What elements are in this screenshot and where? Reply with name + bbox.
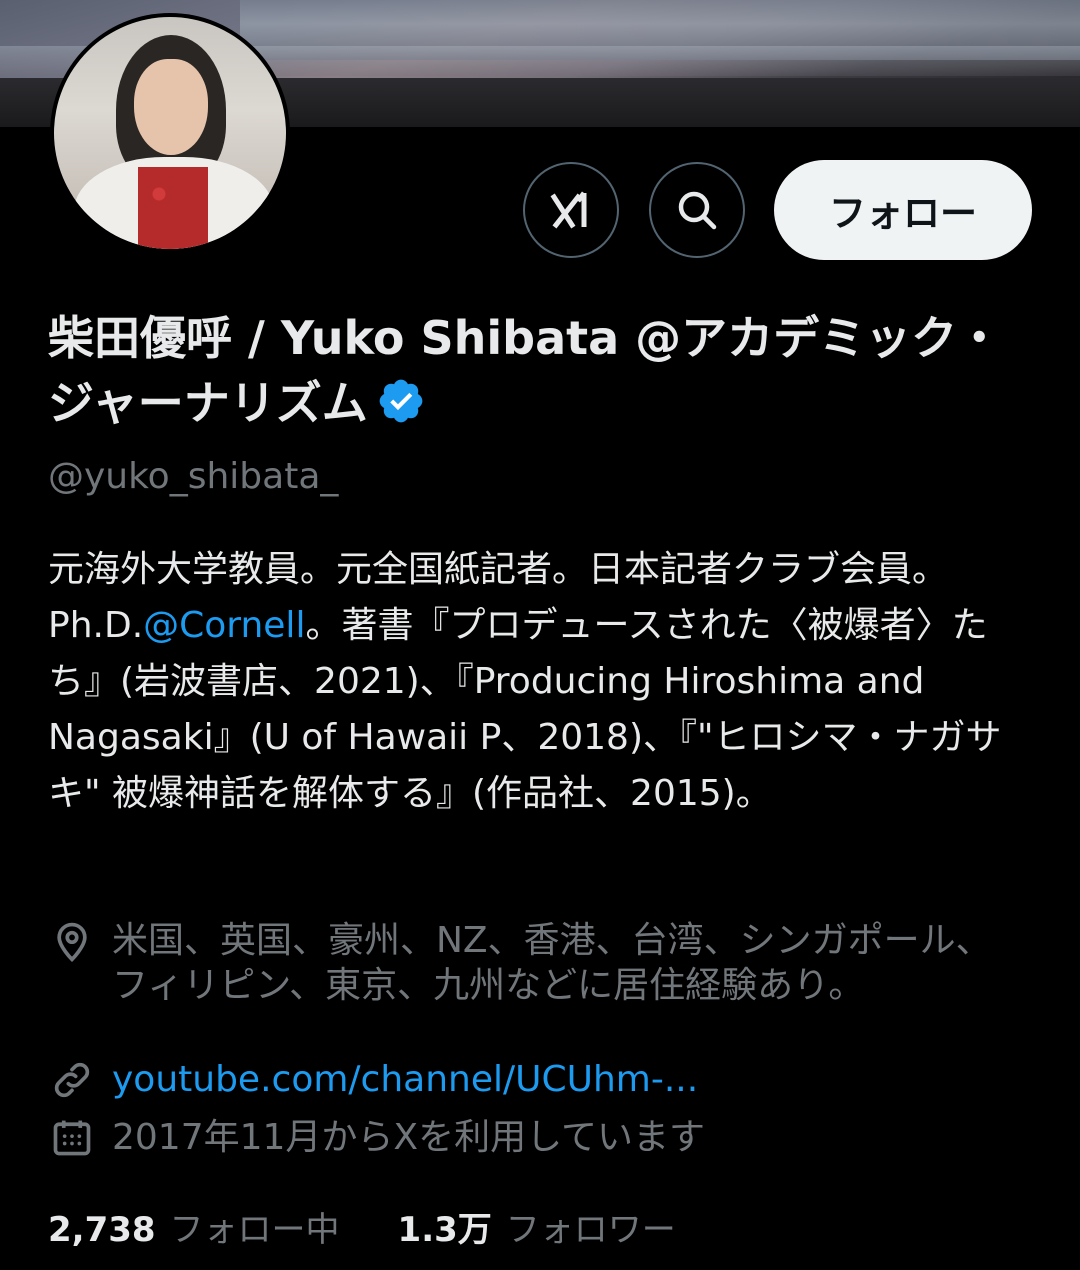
followers-label: フォロワー [505,1210,676,1250]
following-count: 2,738 [48,1210,156,1250]
grok-icon [550,191,587,229]
followers-count: 1.3万 [397,1210,492,1250]
display-name-block: 柴田優呼 / Yuko Shibata @アカデミック・ジャーナリズム [48,306,1038,436]
location-text: 米国、英国、豪州、NZ、香港、台湾、シンガポール、フィリピン、東京、九州などに居… [112,920,992,1006]
display-name: 柴田優呼 / Yuko Shibata @アカデミック・ジャーナリズム [48,311,1003,430]
link-icon [54,1062,90,1098]
location-pin-icon [57,922,87,963]
followers-link[interactable]: 1.3万 フォロワー [398,1202,676,1251]
follow-button[interactable]: フォロー [774,160,1032,260]
following-link[interactable]: 2,738 フォロー中 [48,1202,340,1251]
grok-button[interactable] [523,162,619,258]
website-row: youtube.com/channel/UCUhm-... [50,1056,1050,1104]
location-row: 米国、英国、豪州、NZ、香港、台湾、シンガポール、フィリピン、東京、九州などに居… [50,918,1050,1008]
joined-text: 2017年11月からXを利用しています [112,1117,706,1158]
bio-mention-link[interactable]: @Cornell [143,605,305,646]
joined-row: 2017年11月からXを利用しています [50,1114,1050,1162]
following-label: フォロー中 [169,1210,340,1250]
calendar-icon [53,1120,91,1156]
verified-badge-icon[interactable] [376,376,426,426]
bio: 元海外大学教員。元全国紙記者。日本記者クラブ会員。Ph.D.@Cornell。著… [48,542,1038,822]
search-button[interactable] [649,162,745,258]
avatar[interactable] [50,13,290,253]
search-icon [678,191,717,230]
username-handle: @yuko_shibata_ [48,456,339,497]
website-link[interactable]: youtube.com/channel/UCUhm-... [112,1056,698,1104]
follow-stats: 2,738 フォロー中 1.3万 フォロワー [48,1202,734,1251]
avatar-photo [54,17,286,249]
